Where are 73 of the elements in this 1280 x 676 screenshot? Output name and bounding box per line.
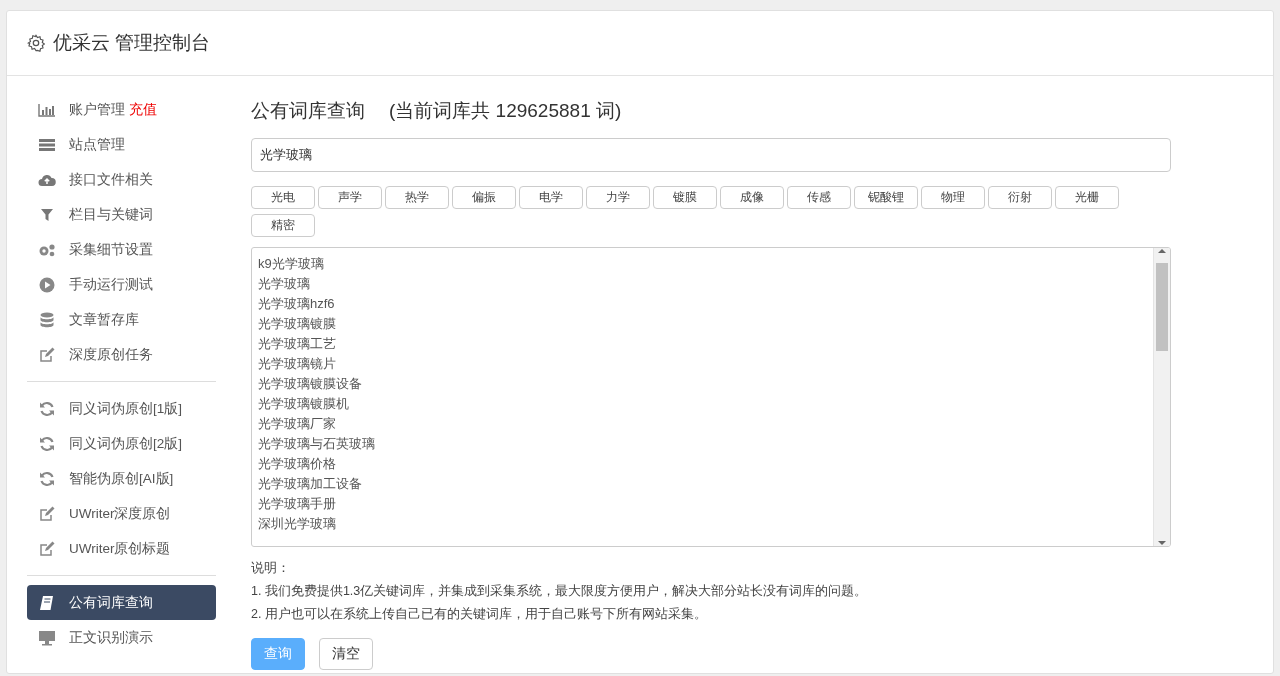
refresh-icon [39, 470, 55, 487]
refresh-icon [39, 400, 55, 417]
recharge-link[interactable]: 充值 [129, 100, 157, 119]
book-icon [39, 594, 55, 611]
sidebar-item[interactable]: 站点管理 [27, 127, 216, 162]
note-text: 1. 我们免费提供1.3亿关键词库，并集成到采集系统，最大限度方便用户，解决大部分站长没有词库的问题。 [251, 583, 869, 600]
server-icon [38, 137, 56, 152]
filter-icon [38, 207, 56, 222]
database-icon [39, 311, 55, 328]
results-list[interactable]: k9光学玻璃 光学玻璃 光学玻璃hzf6 光学玻璃镀膜 光学玻璃工艺 光学玻璃镜片 光学玻璃镀膜设备 光学玻璃镀膜机 光学玻璃厂家 光学玻璃与石英玻璃 光学玻璃价格 光学玻璃加工设备 光学玻璃手册 深圳光学玻璃 [251, 247, 1171, 547]
tag-button[interactable]: 铌酸锂 [854, 186, 918, 209]
sidebar-item[interactable]: 账户管理 充值 [27, 92, 216, 127]
tag-button[interactable]: 热学 [385, 186, 449, 209]
page-title: 公有词库查询 [251, 99, 365, 123]
keyword-line: k9光学玻璃 [258, 255, 325, 273]
tag-button[interactable]: 传感 [787, 186, 851, 209]
sidebar-item[interactable]: 公有词库查询 [27, 585, 216, 620]
clear-button[interactable]: 清空 [319, 638, 373, 670]
keyword-line: 光学玻璃价格 [258, 455, 337, 473]
tag-button[interactable]: 声学 [318, 186, 382, 209]
sidebar-item[interactable]: UWriter深度原创 [27, 496, 216, 531]
tag-button[interactable]: 光栅 [1055, 186, 1119, 209]
tag-button[interactable]: 精密 [251, 214, 315, 237]
sidebar-item[interactable]: 正文识别演示 [27, 620, 216, 655]
keyword-line: 光学玻璃厂家 [258, 415, 337, 433]
word-count: (当前词库共 129625881 词) [389, 99, 622, 123]
sidebar-item[interactable]: 手动运行测试 [27, 267, 216, 302]
edit-icon [39, 346, 55, 363]
keyword-line: 光学玻璃手册 [258, 495, 337, 513]
keyword-line: 光学玻璃 [258, 275, 311, 293]
sidebar-item[interactable]: 同义词伪原创[1版] [27, 391, 216, 426]
keyword-line: 光学玻璃镜片 [258, 355, 337, 373]
sidebar-item[interactable]: 文章暂存库 [27, 302, 216, 337]
sidebar-item[interactable]: UWriter原创标题 [27, 531, 216, 566]
sidebar-item[interactable]: 智能伪原创[AI版] [27, 461, 216, 496]
keyword-line: 光学玻璃与石英玻璃 [258, 435, 376, 453]
notes-heading: 说明： [251, 560, 291, 577]
tag-button[interactable]: 电学 [519, 186, 583, 209]
scroll-thumb[interactable] [1156, 263, 1168, 351]
app-title: 优采云 管理控制台 [53, 31, 211, 55]
tag-button[interactable]: 偏振 [452, 186, 516, 209]
note-text: 2. 用户也可以在系统上传自己已有的关键词库，用于自己账号下所有网站采集。 [251, 606, 708, 623]
sidebar-item[interactable]: 深度原创任务 [27, 337, 216, 372]
keyword-line: 光学玻璃镀膜 [258, 315, 337, 333]
keyword-line: 光学玻璃镀膜机 [258, 395, 350, 413]
monitor-icon [38, 629, 56, 646]
sidebar-item[interactable]: 接口文件相关 [27, 162, 216, 197]
edit-icon [39, 505, 55, 522]
sidebar-item[interactable]: 栏目与关键词 [27, 197, 216, 232]
scroll-down-icon[interactable] [1158, 540, 1166, 546]
tag-button[interactable]: 衍射 [988, 186, 1052, 209]
settings-icon [27, 34, 45, 52]
tag-button[interactable]: 镀膜 [653, 186, 717, 209]
gears-icon [38, 242, 56, 257]
keyword-line: 光学玻璃镀膜设备 [258, 375, 363, 393]
keyword-line: 深圳光学玻璃 [258, 515, 337, 533]
tag-button[interactable]: 物理 [921, 186, 985, 209]
search-field[interactable]: 光学玻璃 [251, 138, 1171, 172]
keyword-line: 光学玻璃hzf6 [258, 295, 336, 313]
scrollbar[interactable] [1153, 248, 1170, 546]
tag-button[interactable]: 光电 [251, 186, 315, 209]
tag-button[interactable]: 成像 [720, 186, 784, 209]
tag-button[interactable]: 力学 [586, 186, 650, 209]
sidebar-item[interactable]: 采集细节设置 [27, 232, 216, 267]
edit-icon [39, 540, 55, 557]
keyword-line: 光学玻璃加工设备 [258, 475, 363, 493]
play-icon [39, 276, 55, 293]
cloud-upload-icon [38, 172, 56, 187]
sidebar-item[interactable]: 同义词伪原创[2版] [27, 426, 216, 461]
scroll-up-icon[interactable] [1158, 248, 1166, 254]
keyword-line: 光学玻璃工艺 [258, 335, 337, 353]
bar-chart-icon [38, 102, 56, 117]
refresh-icon [39, 435, 55, 452]
